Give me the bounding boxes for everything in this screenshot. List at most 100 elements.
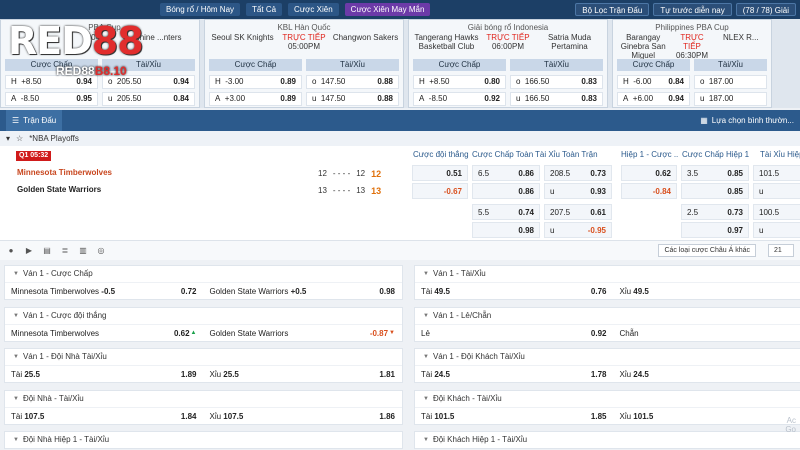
odd-cell[interactable]: 208.5 0.73	[544, 165, 612, 181]
list-icon[interactable]: ≣	[60, 246, 70, 256]
handicap-odd-cell[interactable]: H -6.00 0.84	[617, 75, 690, 89]
odd-cell[interactable]: u-0	[753, 222, 800, 238]
handicap-odd-cell[interactable]: A -8.50 0.95	[5, 92, 98, 106]
market-option[interactable]: Tài 107.5 1.84	[5, 408, 204, 424]
league-header[interactable]: ▾ ☆ *NBA Playoffs	[0, 131, 800, 146]
total-line: 205.50	[116, 77, 142, 86]
odd-cell[interactable]: -0.67	[412, 183, 468, 199]
odd-cell[interactable]: u -0.95	[544, 222, 612, 238]
stats-icon[interactable]: ▥	[78, 246, 88, 256]
basketball-icon[interactable]: ●	[6, 246, 16, 256]
side-label: o	[516, 77, 521, 86]
total-odd-cell[interactable]: o 147.50 0.88	[306, 75, 399, 89]
odd-cell[interactable]: 100.50	[753, 204, 800, 220]
calendar-icon[interactable]: ▤	[42, 246, 52, 256]
market-option[interactable]: Lẻ 0.92	[415, 325, 614, 341]
total-odd-cell[interactable]: u 166.50 0.83	[510, 92, 603, 106]
odd-cell[interactable]: 5.5 0.74	[472, 204, 540, 220]
star-icon[interactable]: ☆	[16, 134, 23, 143]
odd-cell[interactable]: 0.51	[412, 165, 468, 181]
option-name: Xỉu	[619, 286, 632, 296]
card-teams: Tangerang Hawks Basketball Club TRỰC TIẾP…	[409, 33, 607, 51]
market-option[interactable]: Xỉu 107.5 1.86	[204, 408, 403, 424]
odd-value: 0.51	[446, 168, 462, 178]
market-option[interactable]: Xỉu 101.5	[614, 408, 800, 424]
market-option[interactable]: Tài 101.5 1.85	[415, 408, 614, 424]
market-panel-header[interactable]: ▼ Đội Nhà - Tài/Xỉu	[5, 391, 402, 407]
odd-value: -0.95	[587, 225, 606, 235]
match-filter-button[interactable]: Bộ Lọc Trận Đấu	[575, 3, 650, 16]
total-odd-cell[interactable]: o 166.50 0.83	[510, 75, 603, 89]
chevron-down-icon[interactable]: ▾	[6, 134, 10, 143]
market-panel-header[interactable]: ▼ Ván 1 - Cược Chấp	[5, 266, 402, 282]
sport-select[interactable]: Bóng rổ / Hôm Nay	[160, 3, 241, 16]
featured-card[interactable]: Philippines PBA Cup Barangay Ginebra San …	[612, 19, 772, 108]
market-panel-header[interactable]: ▼ Đội Nhà Hiệp 1 - Tài/Xỉu	[5, 432, 402, 448]
total-odd-cell[interactable]: u 205.50 0.84	[102, 92, 195, 106]
odd-cell[interactable]: 6.5 0.86	[472, 165, 540, 181]
odd-cell[interactable]: 3.5 0.85	[681, 165, 749, 181]
featured-card[interactable]: Giải bóng rổ Indonesia Tangerang Hawks Ba…	[408, 19, 608, 108]
market-option[interactable]: Minnesota Timberwolves -0.5 0.72	[5, 283, 204, 299]
lucky-parlay-button[interactable]: Cược Xiên May Mắn	[344, 3, 431, 16]
chevron-down-icon: ▼	[13, 313, 19, 319]
market-option[interactable]: Tài 49.5 0.76	[415, 283, 614, 299]
market-option[interactable]: Tài 24.5 1.78	[415, 366, 614, 382]
market-panel-header[interactable]: ▼ Ván 1 - Cược đội thắng	[5, 308, 402, 324]
match-row: Q1 05:32 Minnesota Timberwolves Golden S…	[0, 146, 800, 240]
odd-cell[interactable]: 207.5 0.61	[544, 204, 612, 220]
odd-cell[interactable]: 0.98	[472, 222, 540, 238]
total-odd-cell[interactable]: u 187.00	[694, 92, 767, 106]
market-option[interactable]: Xỉu 49.50	[614, 283, 800, 299]
market-option[interactable]: Xỉu 24.5	[614, 366, 800, 382]
odd-cell[interactable]: 2.5 0.73	[681, 204, 749, 220]
total-odd-cell[interactable]: u 147.50 0.88	[306, 92, 399, 106]
market-option[interactable]: Minnesota Timberwolves 0.62 ▲	[5, 325, 204, 341]
tab-matches[interactable]: ☰ Trận Đấu	[6, 110, 63, 131]
chat-icon[interactable]: ◎	[96, 246, 106, 256]
logo-sub-text: RED88B8.10	[56, 64, 127, 78]
odd-cell[interactable]: 101.50	[753, 165, 800, 181]
market-panel-header[interactable]: ▼ Ván 1 - Lẻ/Chẵn	[415, 308, 800, 324]
handicap-odd-cell[interactable]: H +8.50 0.80	[413, 75, 506, 89]
featured-card[interactable]: KBL Hàn Quốc Seoul SK Knights TRỰC TIẾP 05:…	[204, 19, 404, 108]
odd-cell[interactable]: u0	[753, 183, 800, 199]
handicap-odd-cell[interactable]: A +3.00 0.89	[209, 92, 302, 106]
option-label: Lẻ	[421, 329, 591, 338]
market-panel-header[interactable]: ▼ Ván 1 - Đội Nhà Tài/Xỉu	[5, 349, 402, 365]
market-count-select[interactable]: 21	[768, 244, 794, 257]
view-selector[interactable]: ▦ Lựa chọn bình thườn...	[700, 116, 800, 125]
market-option[interactable]: Tài 25.5 1.89	[5, 366, 204, 382]
option-name: Xỉu	[209, 369, 222, 379]
market-option[interactable]: Golden State Warriors -0.87 ▼	[204, 325, 403, 341]
market-option[interactable]: Xỉu 25.5 1.81	[204, 366, 403, 382]
handicap-line: +3.00	[224, 94, 246, 103]
handicap-odd-cell[interactable]: A +6.00 0.94	[617, 92, 690, 106]
odd-cell[interactable]: -0.84	[621, 183, 677, 199]
market-options: Tài 101.5 1.85 Xỉu 101.5	[415, 407, 800, 424]
parlay-button[interactable]: Cược Xiên	[288, 3, 339, 16]
market-panel-header[interactable]: ▼ Đội Khách - Tài/Xỉu	[415, 391, 800, 407]
league-count-select[interactable]: (78 / 78) Giải	[735, 3, 796, 16]
market-panel-header[interactable]: ▼ Đội Khách Hiệp 1 - Tài/Xỉu	[415, 432, 800, 448]
odd-value: 0.94	[173, 77, 189, 86]
filter-all-select[interactable]: Tất Cả	[246, 3, 283, 16]
odd-cell[interactable]: 0.86	[472, 183, 540, 199]
option-name: Tài	[11, 411, 23, 421]
chevron-down-icon: ▼	[13, 437, 19, 443]
odd-value: 0.88	[377, 94, 393, 103]
odd-cell[interactable]: u 0.93	[544, 183, 612, 199]
market-panel-header[interactable]: ▼ Ván 1 - Tài/Xỉu	[415, 266, 800, 282]
market-option[interactable]: Chẵn 0	[614, 325, 800, 341]
handicap-odd-cell[interactable]: A -8.50 0.92	[413, 92, 506, 106]
handicap-odd-cell[interactable]: H -3.00 0.89	[209, 75, 302, 89]
market-panel-header[interactable]: ▼ Ván 1 - Đội Khách Tài/Xỉu	[415, 349, 800, 365]
total-odd-cell[interactable]: o 187.00	[694, 75, 767, 89]
play-icon[interactable]: ▶	[24, 246, 34, 256]
odd-cell[interactable]: 0.85	[681, 183, 749, 199]
odd-cell[interactable]: 0.97	[681, 222, 749, 238]
sort-select[interactable]: Tự trước diễn nay	[653, 3, 732, 16]
odds-type-select[interactable]: Các loại cược Châu Á khác	[658, 244, 756, 257]
market-option[interactable]: Golden State Warriors +0.5 0.98	[204, 283, 403, 299]
odd-cell[interactable]: 0.62	[621, 165, 677, 181]
